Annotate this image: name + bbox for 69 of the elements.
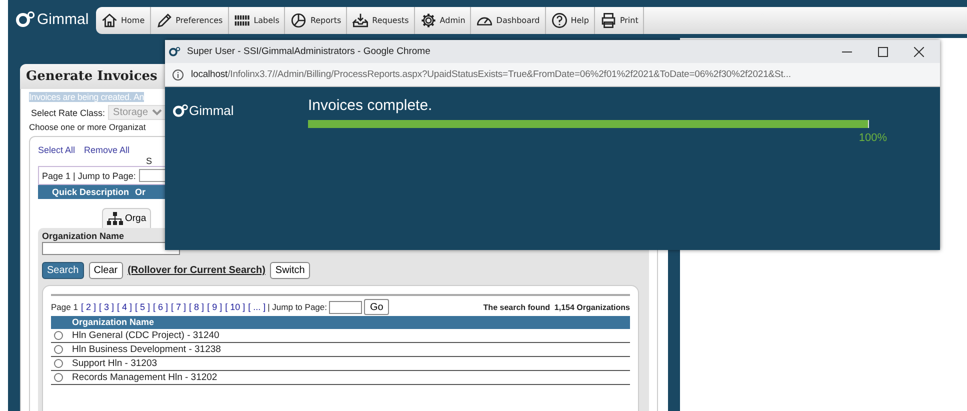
organization-tab[interactable]: Orga (102, 208, 152, 228)
jump-input[interactable] (329, 300, 362, 314)
select-link[interactable]: Remove All (84, 145, 130, 155)
nav-button[interactable]: Dashboard (471, 6, 546, 34)
page-link[interactable]: [ 5 ] (135, 302, 150, 312)
nav-button[interactable]: Labels (228, 6, 286, 34)
logo-icon (16, 11, 36, 27)
radio-button[interactable] (54, 345, 63, 354)
hierarchy-icon (107, 212, 123, 226)
page-link[interactable]: [ 2 ] (80, 302, 96, 312)
search-button[interactable]: Search (42, 262, 84, 279)
clear-button[interactable]: Clear (88, 262, 123, 279)
pager-text: Page 1 | Jump to Page: (42, 170, 136, 180)
window-title: Super User - SSI/GimmalAdministrators - Google Chrome (187, 46, 430, 57)
maximize-icon[interactable] (878, 46, 888, 56)
nav-button[interactable]: Preferences (150, 6, 229, 34)
status-message: Invoices are being created. An (29, 92, 144, 102)
nav-button[interactable]: Help (546, 6, 595, 34)
info-icon (172, 68, 184, 80)
close-icon[interactable] (914, 46, 924, 56)
rate-class-label: Select Rate Class: (31, 108, 106, 118)
logo-text: Gimmal (189, 103, 234, 118)
table-cell: Records Management Hln - 31202 (72, 372, 218, 383)
nav-button[interactable]: Reports (285, 6, 348, 34)
nav-button[interactable]: Admin (414, 6, 472, 34)
tray-icon (352, 12, 370, 28)
column-header: Or (135, 187, 146, 197)
table-cell: Support Hln - 31203 (72, 358, 158, 369)
printer-icon (600, 12, 617, 28)
select-link[interactable]: Select All (38, 145, 76, 155)
status-message: Invoices complete. (308, 97, 434, 114)
nav-button[interactable]: Print (594, 6, 644, 34)
logo-icon (173, 104, 189, 117)
page-link[interactable]: [ 10 ] (225, 302, 246, 312)
nav-button[interactable]: Home (96, 6, 151, 34)
address-bar[interactable]: localhost/Infolinx3.7//Admin/Billing/ProcessReports.aspx?UpaidStatusExists=True&FromDate=06%2f01%2f2021&ToDate=06%2f30%2f2021&St... (165, 63, 940, 87)
field-label: Organization Name (42, 231, 126, 241)
pencil-icon (156, 12, 173, 28)
radio-button[interactable] (54, 373, 63, 382)
heading-text: S (145, 156, 154, 166)
logo-icon (169, 46, 181, 57)
radio-button[interactable] (54, 331, 63, 340)
table-cell: Hln General (CDC Project) - 31240 (72, 330, 220, 341)
instruction-text: Choose one or more Organizat (29, 122, 147, 132)
page-link[interactable]: [ 9 ] (207, 302, 222, 312)
question-icon (550, 12, 568, 28)
page-link[interactable]: [ 7 ] (171, 302, 186, 312)
home-icon (101, 12, 118, 28)
page-link[interactable]: [ 8 ] (189, 302, 204, 312)
organization-name-input[interactable] (42, 242, 180, 255)
page-label: Page 1 (51, 302, 78, 312)
rollover-link[interactable]: (Rollover for Current Search) (128, 265, 266, 276)
page-link[interactable]: [ ... ] (248, 302, 266, 312)
column-header: Quick Description (52, 187, 130, 197)
page-link[interactable]: [ 3 ] (98, 302, 114, 312)
page-link[interactable]: [ 4 ] (116, 302, 132, 312)
jump-label: | Jump to Page: (268, 302, 327, 312)
go-button[interactable]: Go (364, 299, 390, 315)
radio-button[interactable] (54, 359, 63, 368)
table-cell: Hln Business Development - 31238 (72, 344, 221, 355)
logo-text: Gimmal (37, 10, 89, 28)
page-link[interactable]: [ 6 ] (153, 302, 168, 312)
result-count: The search found 1,154 Organizations (483, 302, 630, 312)
pie-icon (290, 12, 308, 28)
progress-percent: 100% (858, 132, 887, 144)
gear-icon (420, 12, 437, 28)
switch-button[interactable]: Switch (270, 262, 310, 279)
column-header: Organization Name (72, 317, 154, 327)
nav-button[interactable]: Requests (347, 6, 415, 34)
